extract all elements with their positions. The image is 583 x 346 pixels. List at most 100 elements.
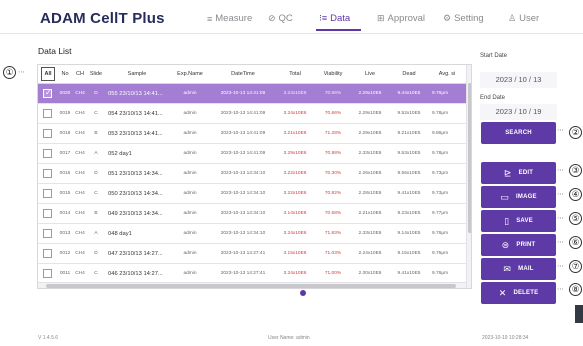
cell-datetime: 2023-10-13 14:27:41 xyxy=(220,251,266,256)
row-checkbox[interactable] xyxy=(43,249,52,258)
cell-slide: B xyxy=(94,131,98,136)
cell-ch: CH4 xyxy=(75,211,85,216)
cell-avg-size: 9.78μm xyxy=(432,151,449,156)
save-button[interactable]: ▯ SAVE xyxy=(481,210,556,232)
col-header-dead[interactable]: Dead xyxy=(390,65,428,84)
image-button[interactable]: ▭ IMAGE xyxy=(481,186,556,208)
col-header-live[interactable]: Live xyxy=(352,65,388,84)
callout-6-leader: ⋯ xyxy=(557,239,564,246)
callout-2: ② xyxy=(569,126,582,139)
cell-ch: CH4 xyxy=(75,271,85,276)
save-button-label: SAVE xyxy=(516,218,533,224)
cell-dead: 9.44x10E5 xyxy=(397,91,421,96)
callout-4: ④ xyxy=(569,188,582,201)
cell-no: 0012 xyxy=(59,251,71,256)
print-button-label: PRINT xyxy=(516,242,536,248)
row-checkbox[interactable] xyxy=(43,229,52,238)
cell-slide: C xyxy=(94,191,98,196)
horizontal-scroll-thumb[interactable] xyxy=(46,284,456,288)
table-row[interactable]: 0019 CH4 C 054 23/10/13 14:41... admin 2023-1… xyxy=(38,104,466,124)
cell-sample: 055 23/10/13 14:41... xyxy=(108,91,163,97)
col-header-no[interactable]: No xyxy=(58,65,72,84)
cell-total: 3.24x10E6 xyxy=(283,231,307,236)
horizontal-scrollbar[interactable] xyxy=(38,282,466,288)
col-header-slide[interactable]: Slide xyxy=(88,65,104,84)
user-icon: ♙ xyxy=(508,13,517,23)
row-checkbox[interactable] xyxy=(43,209,52,218)
image-icon: ▭ xyxy=(500,191,510,202)
print-button[interactable]: ⊜ PRINT xyxy=(481,234,556,256)
callout-7-leader: ⋯ xyxy=(557,263,564,270)
cell-total: 3.24x10E6 xyxy=(283,91,307,96)
col-header-ch[interactable]: CH xyxy=(73,65,87,84)
row-checkbox[interactable]: ✓ xyxy=(43,88,52,98)
cell-avg-size: 9.75μm xyxy=(432,251,449,256)
cell-live: 2.24x10E6 xyxy=(358,251,382,256)
gear-icon: ⚙ xyxy=(443,13,452,23)
app-header: ADAM CellT Plus ≡ Measure ⊘ QC ⁝≡ Data ⊞… xyxy=(0,0,583,34)
cell-exp-name: admin xyxy=(183,151,197,156)
nav-measure[interactable]: ≡ Measure xyxy=(207,13,252,24)
start-date-field[interactable]: 2023 / 10 / 13 xyxy=(480,72,557,88)
delete-button[interactable]: ✕ DELETE xyxy=(481,282,556,304)
row-checkbox[interactable] xyxy=(43,149,52,158)
table-row[interactable]: 0015 CH4 C 050 23/10/13 14:34... admin 2023-1… xyxy=(38,184,466,204)
cell-sample: 050 23/10/13 14:34... xyxy=(108,191,163,197)
cell-exp-name: admin xyxy=(183,271,197,276)
row-checkbox[interactable] xyxy=(43,109,52,118)
row-checkbox[interactable] xyxy=(43,129,52,138)
col-header-sample[interactable]: Sample xyxy=(106,65,168,84)
approval-icon: ⊞ xyxy=(377,13,385,23)
row-checkbox[interactable] xyxy=(43,189,52,198)
table-row[interactable]: 0011 CH4 C 046 23/10/13 14:27... admin 2023-1… xyxy=(38,264,466,284)
nav-data[interactable]: ⁝≡ Data xyxy=(319,13,350,24)
cell-datetime: 2023-10-13 14:34:10 xyxy=(220,171,266,176)
row-checkbox[interactable] xyxy=(43,269,52,278)
cell-dead: 9.41x10E5 xyxy=(397,191,421,196)
vertical-scrollbar[interactable] xyxy=(466,65,471,288)
table-row[interactable]: 0014 CH4 B 049 23/10/13 14:34... admin 2023-1… xyxy=(38,204,466,224)
col-header-avg-size[interactable]: Avg. si xyxy=(430,65,464,84)
row-checkbox[interactable] xyxy=(43,169,52,178)
callout-7: ⑦ xyxy=(569,260,582,273)
cell-ch: CH4 xyxy=(75,171,85,176)
page-indicator-dot[interactable] xyxy=(300,290,306,296)
cell-exp-name: admin xyxy=(183,211,197,216)
end-date-field[interactable]: 2023 / 10 / 19 xyxy=(480,104,557,120)
check-icon: ✓ xyxy=(45,88,52,97)
search-button[interactable]: SEARCH xyxy=(481,122,556,144)
cell-slide: A xyxy=(94,151,98,156)
image-button-label: IMAGE xyxy=(516,194,537,200)
cell-datetime: 2023-10-13 14:34:10 xyxy=(220,211,266,216)
col-header-datetime[interactable]: DateTime xyxy=(212,65,274,84)
cell-sample: 046 23/10/13 14:27... xyxy=(108,271,163,277)
table-row[interactable]: 0013 CH4 A 048 day1 admin 2023-10-13 14:34:10… xyxy=(38,224,466,244)
col-header-exp-name[interactable]: Exp.Name xyxy=(170,65,210,84)
cell-total: 3.24x10E6 xyxy=(283,271,307,276)
nav-qc[interactable]: ⊘ QC xyxy=(268,13,293,24)
table-row[interactable]: 0017 CH4 A 052 day1 admin 2023-10-13 14:41:09… xyxy=(38,144,466,164)
cell-slide: D xyxy=(94,91,98,96)
cell-no: 0018 xyxy=(59,131,71,136)
save-icon: ▯ xyxy=(504,215,510,226)
select-all-checkbox[interactable]: All xyxy=(41,67,55,81)
mail-button[interactable]: ✉ MAIL xyxy=(481,258,556,280)
cell-live: 2.29x10E6 xyxy=(358,111,382,116)
nav-approval[interactable]: ⊞ Approval xyxy=(377,13,425,24)
nav-setting[interactable]: ⚙ Setting xyxy=(443,13,484,24)
edit-button[interactable]: ⊵ EDIT xyxy=(481,162,556,184)
table-row[interactable]: 0012 CH4 D 047 23/10/13 14:27... admin 2023-1… xyxy=(38,244,466,264)
callout-8-leader: ⋯ xyxy=(557,286,564,293)
cell-total: 3.15x10E6 xyxy=(283,251,307,256)
cell-avg-size: 9.76μm xyxy=(432,91,449,96)
vertical-scroll-thumb[interactable] xyxy=(468,83,471,233)
table-row[interactable]: ✓ 0020 CH4 D 055 23/10/13 14:41... admin 2023-… xyxy=(38,84,466,104)
table-row[interactable]: 0016 CH4 D 051 23/10/13 14:34... admin 2023-1… xyxy=(38,164,466,184)
col-header-viability[interactable]: Viability xyxy=(316,65,350,84)
col-header-total[interactable]: Total xyxy=(276,65,314,84)
cell-datetime: 2023-10-13 14:41:09 xyxy=(220,111,266,116)
cell-no: 0014 xyxy=(59,211,71,216)
cell-slide: C xyxy=(94,111,98,116)
table-row[interactable]: 0018 CH4 B 053 23/10/13 14:41... admin 2023-1… xyxy=(38,124,466,144)
nav-user[interactable]: ♙ User xyxy=(508,13,539,24)
